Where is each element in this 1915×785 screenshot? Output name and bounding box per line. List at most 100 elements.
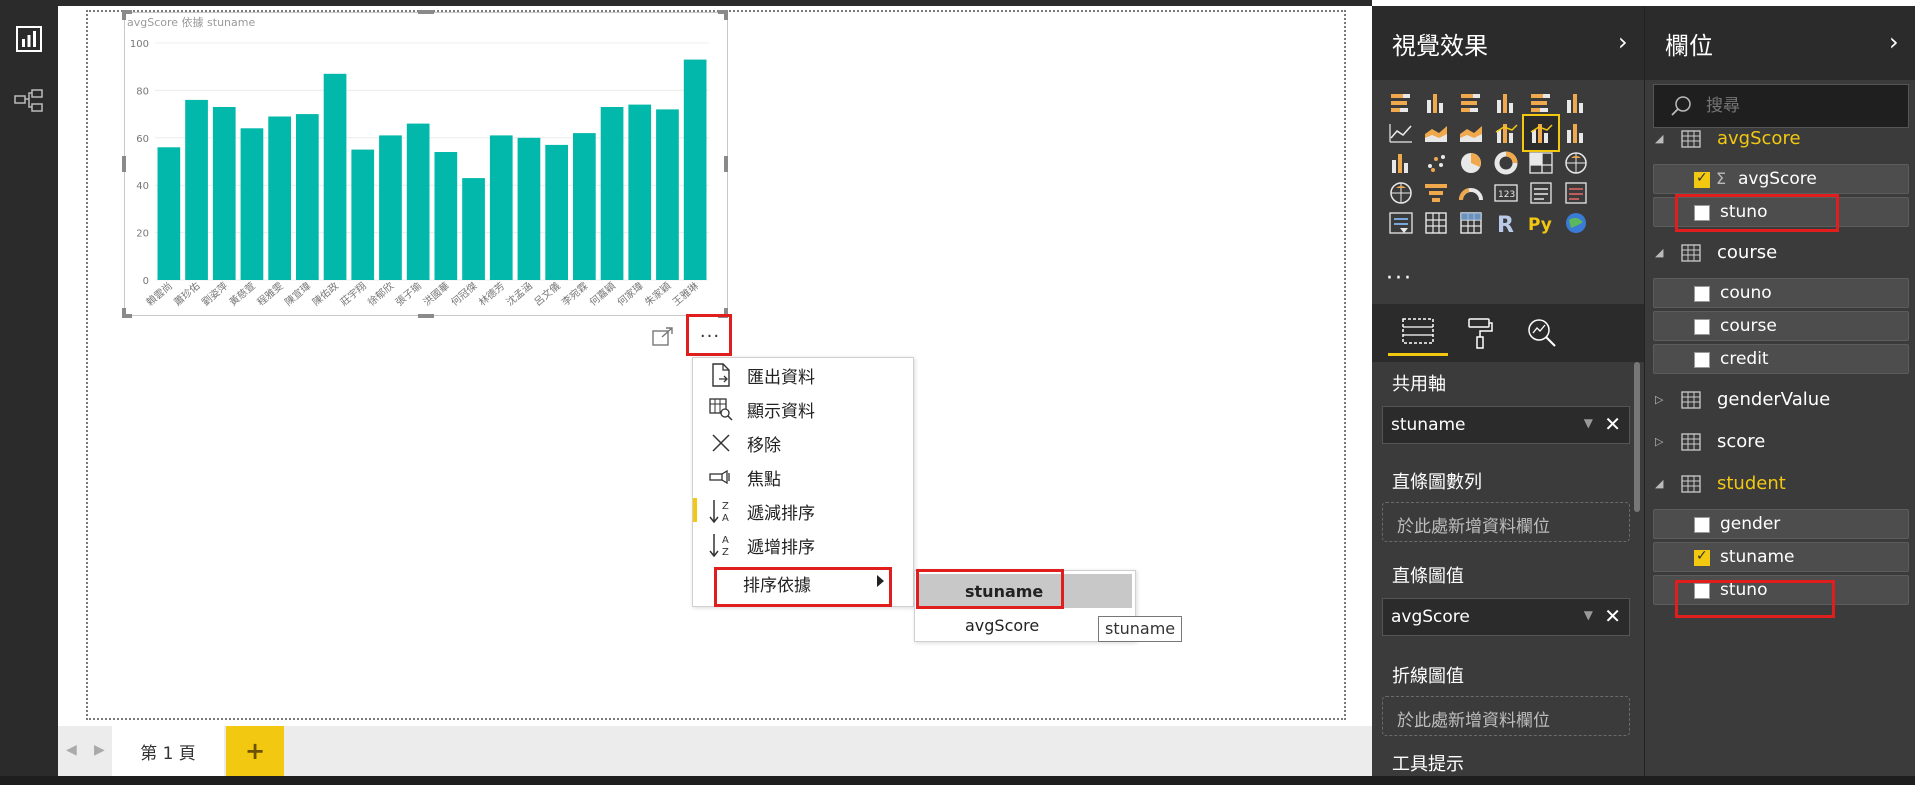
pie-chart-icon[interactable]	[1454, 146, 1488, 180]
shared-axis-well[interactable]: stuname ▼ ✕	[1382, 406, 1630, 444]
python-visual-icon[interactable]: Py	[1524, 206, 1558, 240]
gauge-icon[interactable]	[1454, 176, 1488, 210]
tab-scroll-right-icon[interactable]: ▶	[94, 742, 105, 758]
resize-handle-right[interactable]	[724, 156, 728, 172]
collapse-chevron-icon[interactable]: ›	[1889, 28, 1899, 56]
line-column-icon[interactable]	[1489, 116, 1523, 150]
bar[interactable]	[489, 135, 513, 280]
menu-item-export-data[interactable]: 匯出資料	[693, 358, 913, 392]
bar[interactable]	[268, 116, 291, 281]
menu-item-show-data[interactable]: 顯示資料	[693, 392, 913, 426]
filled-map-icon[interactable]	[1384, 176, 1418, 210]
column-series-dropzone[interactable]: 於此處新增資料欄位	[1382, 502, 1630, 542]
table-student[interactable]: ◢ student	[1645, 469, 1915, 501]
card-icon[interactable]: 123	[1489, 176, 1523, 210]
resize-handle-tl-v[interactable]	[122, 10, 126, 20]
field-row-course[interactable]: course	[1653, 311, 1909, 341]
field-row-gender[interactable]: gender	[1653, 509, 1909, 539]
map-icon[interactable]	[1559, 146, 1593, 180]
field-row-couno[interactable]: couno	[1653, 278, 1909, 308]
add-page-button[interactable]: +	[226, 726, 284, 776]
treemap-icon[interactable]	[1524, 146, 1558, 180]
kpi-icon[interactable]	[1559, 176, 1593, 210]
ribbon-chart-icon[interactable]	[1559, 116, 1593, 150]
field-row-credit[interactable]: credit	[1653, 344, 1909, 374]
search-input[interactable]	[1704, 94, 1894, 118]
bar[interactable]	[628, 104, 652, 280]
menu-item-sort-descending[interactable]: ZA 遞減排序	[693, 494, 913, 528]
table-avgScore[interactable]: ◢ avgScore	[1645, 124, 1915, 156]
scatter-chart-icon[interactable]	[1419, 146, 1453, 180]
menu-item-remove[interactable]: 移除	[693, 426, 913, 460]
fields-search-box[interactable]	[1653, 84, 1909, 128]
table-course[interactable]: ◢ course	[1645, 238, 1915, 270]
bar[interactable]	[379, 135, 402, 280]
remove-field-icon[interactable]: ✕	[1604, 412, 1621, 436]
bar[interactable]	[573, 133, 596, 280]
remove-field-icon[interactable]: ✕	[1604, 604, 1621, 628]
dropdown-arrow-icon[interactable]: ▼	[1584, 608, 1593, 622]
resize-handle-tr-v[interactable]	[724, 10, 728, 20]
r-visual-icon[interactable]: R	[1489, 206, 1523, 240]
matrix-icon[interactable]	[1454, 206, 1488, 240]
menu-item-sort-ascending[interactable]: AZ 遞增排序	[693, 528, 913, 562]
collapsed-caret-icon[interactable]: ▷	[1655, 393, 1663, 406]
bar[interactable]	[351, 149, 375, 280]
resize-handle-left[interactable]	[122, 156, 126, 172]
bar[interactable]	[600, 107, 624, 280]
fields-tab-icon[interactable]	[1388, 310, 1448, 356]
model-icon[interactable]	[10, 82, 48, 120]
funnel-icon[interactable]	[1419, 176, 1453, 210]
menu-item-spotlight[interactable]: 焦點	[693, 460, 913, 494]
tab-page-1[interactable]: 第 1 頁	[112, 726, 224, 776]
stacked-bar-icon[interactable]	[1384, 86, 1418, 120]
expanded-caret-icon[interactable]: ◢	[1655, 477, 1663, 490]
resize-handle-bottom[interactable]	[418, 314, 434, 318]
collapsed-caret-icon[interactable]: ▷	[1655, 435, 1663, 448]
field-checkbox[interactable]	[1694, 352, 1710, 368]
expanded-caret-icon[interactable]: ◢	[1655, 132, 1663, 145]
stacked-column-icon[interactable]	[1419, 86, 1453, 120]
resize-handle-bl-v[interactable]	[122, 308, 126, 318]
dropdown-arrow-icon[interactable]: ▼	[1584, 416, 1593, 430]
field-row-avgScore[interactable]: ΣavgScore	[1653, 164, 1909, 194]
table-icon[interactable]	[1419, 206, 1453, 240]
field-checkbox[interactable]	[1694, 517, 1710, 533]
100-stacked-bar-icon[interactable]	[1524, 86, 1558, 120]
100-stacked-column-icon[interactable]	[1559, 86, 1593, 120]
bar[interactable]	[434, 152, 458, 280]
column-values-well[interactable]: avgScore ▼ ✕	[1382, 598, 1630, 636]
bar[interactable]	[323, 73, 347, 280]
bar[interactable]	[545, 144, 568, 280]
table-score[interactable]: ▷ score	[1645, 427, 1915, 459]
column-chart-visual[interactable]: avgScore 依據 stuname 0 20 40 60 80 100 賴雲尚 蕭珍佑劉…	[124, 12, 728, 316]
bar-chart-icon[interactable]	[10, 20, 48, 58]
bar[interactable]	[517, 137, 541, 280]
bar[interactable]	[462, 178, 485, 280]
analytics-magnifier-icon[interactable]	[1512, 310, 1572, 356]
resize-handle-top[interactable]	[418, 10, 434, 14]
line-clustered-column-icon[interactable]	[1522, 114, 1560, 152]
bar[interactable]	[240, 128, 264, 280]
clustered-bar-icon[interactable]	[1454, 86, 1488, 120]
bar[interactable]	[683, 59, 707, 280]
collapse-chevron-icon[interactable]: ›	[1618, 28, 1628, 56]
field-row-stuname[interactable]: stuname	[1653, 542, 1909, 572]
wells-scrollbar[interactable]	[1634, 362, 1640, 512]
format-paint-roller-icon[interactable]	[1450, 310, 1510, 356]
multi-row-card-icon[interactable]	[1524, 176, 1558, 210]
bar[interactable]	[212, 107, 236, 280]
more-visuals-button[interactable]: ···	[1386, 266, 1413, 291]
waterfall-chart-icon[interactable]	[1384, 146, 1418, 180]
field-checkbox[interactable]	[1694, 170, 1710, 188]
line-chart-icon[interactable]	[1384, 116, 1418, 150]
bar[interactable]	[185, 99, 208, 281]
field-checkbox[interactable]	[1694, 319, 1710, 335]
area-chart-icon[interactable]	[1419, 116, 1453, 150]
bar[interactable]	[406, 123, 430, 280]
table-genderValue[interactable]: ▷ genderValue	[1645, 385, 1915, 417]
line-values-dropzone[interactable]: 於此處新增資料欄位	[1382, 696, 1630, 736]
bar[interactable]	[157, 147, 181, 280]
donut-chart-icon[interactable]	[1489, 146, 1523, 180]
stacked-area-icon[interactable]	[1454, 116, 1488, 150]
